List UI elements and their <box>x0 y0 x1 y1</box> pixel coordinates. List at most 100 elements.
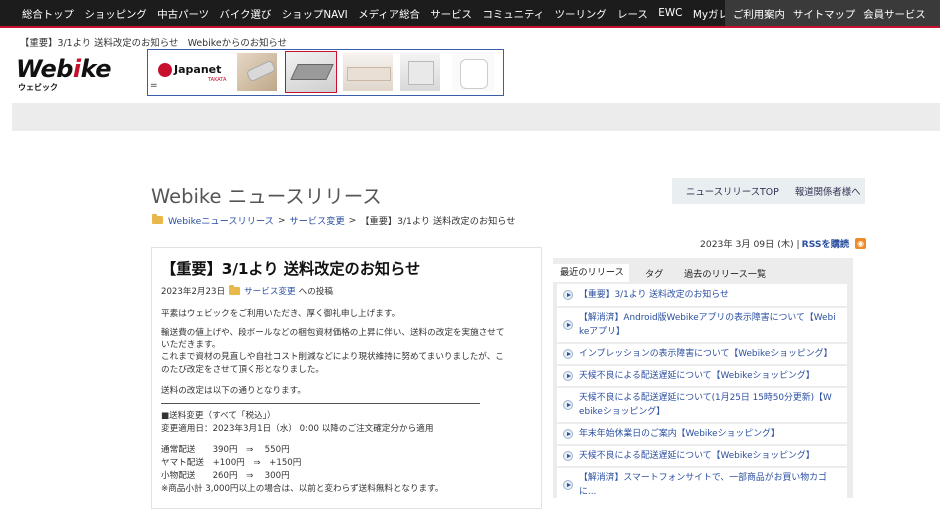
price-row: 通常配送 390円 ⇒ 550円 <box>161 445 290 455</box>
breadcrumb-release[interactable]: Webikeニュースリリース <box>168 213 274 227</box>
mat-shape <box>290 64 334 80</box>
nav-race[interactable]: レース <box>617 6 648 21</box>
arrow-bullet-icon <box>563 320 573 330</box>
folder-icon <box>152 214 163 224</box>
nav-used-parts[interactable]: 中古パーツ <box>157 6 209 21</box>
product-image-mat[interactable] <box>285 51 337 93</box>
nav-shop-navi[interactable]: ショップNAVI <box>282 6 348 21</box>
article-meta-suffix: への投稿 <box>298 287 334 297</box>
article-category-link[interactable]: サービス変更 <box>244 285 296 297</box>
article-paragraph: 送料の改定は以下の通りとなります。 <box>161 386 306 396</box>
announcement-link[interactable]: 【重要】3/1より 送料改定のお知らせ Webikeからのお知らせ <box>20 35 287 49</box>
article-paragraph: 平素はウェビックをご利用いただき、厚く御礼申し上げます。 <box>161 309 401 319</box>
release-sidebar: 最近のリリース タグ 過去のリリース一覧 【重要】3/1より 送料改定のお知らせ… <box>553 258 853 502</box>
ad-banner[interactable]: Japanet TAKATA = <box>147 49 504 96</box>
list-item-text[interactable]: 天候不良による配送遅延について【Webikeショッピング】 <box>579 449 847 463</box>
nav-ewc[interactable]: EWC <box>658 7 682 19</box>
nav-service[interactable]: サービス <box>430 6 472 21</box>
banner-equals-sign: = <box>150 81 158 91</box>
article-paragraph: ※商品小計 3,000円以上の場合は、以前と変わらず送料無料となります。 <box>161 484 444 494</box>
list-item[interactable]: インプレッションの表示障害について【Webikeショッピング】 <box>557 344 847 364</box>
article-paragraph: これまで資材の見直しや自社コスト削減などにより現状維持に努めてまいりましたが、こ <box>161 352 504 362</box>
arrow-bullet-icon <box>563 400 573 410</box>
list-item-text[interactable]: keアプリ】 <box>579 325 847 339</box>
list-item[interactable]: 年末年始休業日のご案内【Webikeショッピング】 <box>557 424 847 444</box>
subnav-press[interactable]: 報道関係者様へ <box>795 184 861 198</box>
nav-media[interactable]: メディア総合 <box>358 6 420 21</box>
list-item[interactable]: 天候不良による配送遅延について(1月25日 15時50分更新)【W ebikeシ… <box>557 388 847 422</box>
hose-shape <box>245 59 277 83</box>
article-paragraph: いただきます。 <box>161 340 221 350</box>
list-item-text[interactable]: インプレッションの表示障害について【Webikeショッピング】 <box>579 347 847 361</box>
rss-icon[interactable]: ◉ <box>855 237 867 249</box>
list-item[interactable]: 【解消済】Android版Webikeアプリの表示障害について【Webi keア… <box>557 308 847 342</box>
price-row: ヤマト配送 +100円 ⇒ +150円 <box>161 458 302 468</box>
logo-part-a: Web <box>16 55 73 83</box>
breadcrumb-category[interactable]: サービス変更 <box>290 213 345 227</box>
article-paragraph: ■送料変更（すべて「税込」） <box>161 411 276 421</box>
list-item-text[interactable]: ebikeショッピング】 <box>579 405 847 419</box>
japanet-brand: Japanet <box>174 63 222 76</box>
webike-logo[interactable]: Webike ウェビック <box>16 55 126 95</box>
article: 【重要】3/1より 送料改定のお知らせ 2023年2月23日 サービス変更 への… <box>151 247 542 509</box>
japanet-mark-icon <box>158 63 172 77</box>
article-paragraph: のたび改定をさせて頂く形となりました。 <box>161 365 325 375</box>
date-rss-line: 2023年 3月 09日 (木) | RSSを購読 ◉ <box>700 236 867 250</box>
subnav-release-top[interactable]: ニュースリリースTOP <box>686 184 779 198</box>
product-image-hose[interactable] <box>237 53 277 91</box>
cooker-shape <box>460 59 488 89</box>
logo-subtitle: ウェビック <box>18 83 58 92</box>
product-image-mattress[interactable] <box>343 53 393 91</box>
product-image-cooker[interactable] <box>452 53 494 91</box>
mattress-shape <box>347 67 391 81</box>
product-image-futon[interactable] <box>400 53 440 91</box>
folder-icon <box>229 285 241 295</box>
arrow-bullet-icon <box>563 451 573 461</box>
nav-touring[interactable]: ツーリング <box>555 6 607 21</box>
nav-member-service[interactable]: 会員サービス <box>863 6 925 21</box>
list-item-text[interactable]: 【重要】3/1より 送料改定のお知らせ <box>579 288 847 302</box>
arrow-bullet-icon <box>563 371 573 381</box>
nav-community[interactable]: コミュニティ <box>482 6 544 21</box>
list-item[interactable]: 天候不良による配送遅延について【Webikeショッピング】 <box>557 366 847 386</box>
global-nav-main: 総合トップ ショッピング 中古パーツ バイク選び ショップNAVI メディア総合… <box>22 0 760 26</box>
article-paragraph: 輸送費の値上げや、段ボールなどの梱包資材価格の上昇に伴い、送料の改定を実施させて <box>161 328 505 338</box>
tab-tags[interactable]: タグ <box>645 266 663 280</box>
article-title: 【重要】3/1より 送料改定のお知らせ <box>161 260 421 278</box>
nav-guide[interactable]: ご利用案内 <box>733 6 785 21</box>
list-item-text[interactable]: に... <box>579 485 847 499</box>
list-item-text[interactable]: 【解消済】Android版Webikeアプリの表示障害について【Webi <box>579 311 847 325</box>
arrow-bullet-icon <box>563 349 573 359</box>
breadcrumb-sep: > <box>348 214 357 226</box>
breadcrumb-sep: > <box>277 214 286 226</box>
tab-recent[interactable]: 最近のリリース <box>553 264 629 282</box>
logo-wordmark: Webike <box>16 55 112 83</box>
arrow-bullet-icon <box>563 429 573 439</box>
futon-shape <box>408 61 434 85</box>
list-item-text[interactable]: 年末年始休業日のご案内【Webikeショッピング】 <box>579 427 847 441</box>
list-item-text[interactable]: 天候不良による配送遅延について【Webikeショッピング】 <box>579 369 847 383</box>
breadcrumb: Webikeニュースリリース > サービス変更 > 【重要】3/1より 送料改定… <box>152 213 516 227</box>
list-item-text[interactable]: 天候不良による配送遅延について(1月25日 15時50分更新)【W <box>579 391 847 405</box>
arrow-bullet-icon <box>563 480 573 490</box>
grey-divider-bar <box>12 103 940 131</box>
arrow-bullet-icon <box>563 290 573 300</box>
global-nav-right: ご利用案内 サイトマップ 会員サービス <box>725 0 940 26</box>
nav-shopping[interactable]: ショッピング <box>84 6 146 21</box>
price-row: 小物配送 260円 ⇒ 300円 <box>161 471 290 481</box>
list-item[interactable]: 【重要】3/1より 送料改定のお知らせ <box>557 284 847 306</box>
page-title: Webike ニュースリリース <box>151 185 382 208</box>
nav-top[interactable]: 総合トップ <box>22 6 74 21</box>
global-nav: 総合トップ ショッピング 中古パーツ バイク選び ショップNAVI メディア総合… <box>0 0 940 28</box>
article-meta: 2023年2月23日 サービス変更 への投稿 <box>161 285 333 297</box>
list-item[interactable]: 天候不良による配送遅延について【Webikeショッピング】 <box>557 446 847 466</box>
list-item-text[interactable]: 【解消済】スマートフォンサイトで、一部商品がお買い物カゴ <box>579 471 847 485</box>
tab-archive[interactable]: 過去のリリース一覧 <box>684 266 766 280</box>
japanet-brand-sub: TAKATA <box>208 77 227 83</box>
article-date: 2023年2月23日 <box>161 287 226 297</box>
nav-bike-select[interactable]: バイク選び <box>220 6 272 21</box>
rss-link[interactable]: RSSを購読 <box>802 236 849 250</box>
nav-sitemap[interactable]: サイトマップ <box>793 6 855 21</box>
release-subnav: ニュースリリースTOP 報道関係者様へ <box>672 178 865 204</box>
list-item[interactable]: 【解消済】スマートフォンサイトで、一部商品がお買い物カゴ に... <box>557 468 847 502</box>
